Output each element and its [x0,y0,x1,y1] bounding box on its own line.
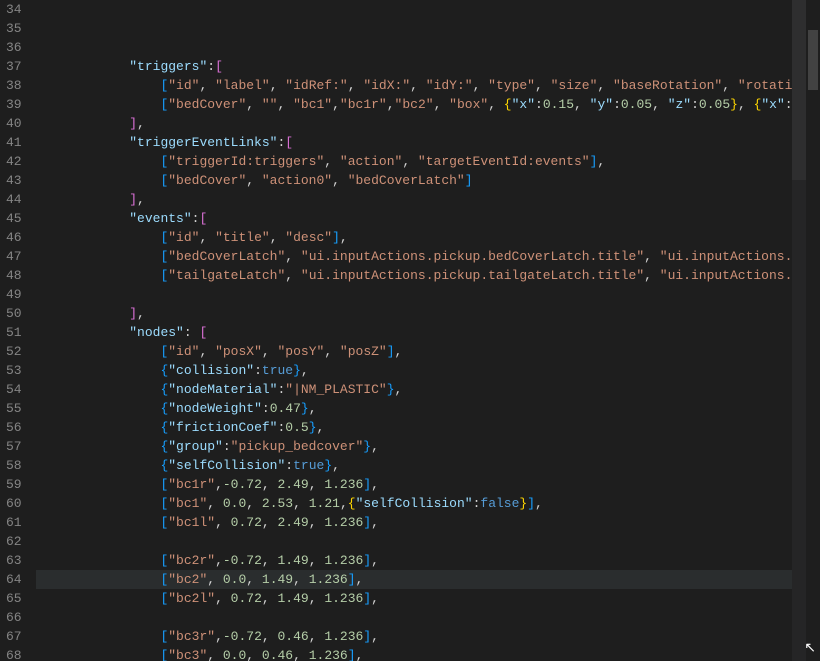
line-number: 45 [6,209,22,228]
line-number: 68 [6,646,22,661]
line-number: 52 [6,342,22,361]
code-line[interactable]: "nodes": [ [36,323,792,342]
line-number: 40 [6,114,22,133]
line-number: 38 [6,76,22,95]
code-line[interactable]: ["bc1", 0.0, 2.53, 1.21,{"selfCollision"… [36,494,792,513]
code-line[interactable]: {"nodeMaterial":"|NM_PLASTIC"}, [36,380,792,399]
minimap-viewport[interactable] [792,0,806,180]
code-line[interactable]: ["bedCover", "action0", "bedCoverLatch"] [36,171,792,190]
code-editor[interactable]: 3435363738394041424344454647484950515253… [0,0,820,661]
code-line[interactable]: ["bc2l", 0.72, 1.49, 1.236], [36,589,792,608]
code-line[interactable]: ["id", "title", "desc"], [36,228,792,247]
line-number: 60 [6,494,22,513]
line-number: 56 [6,418,22,437]
code-line[interactable] [36,608,792,627]
line-number: 49 [6,285,22,304]
code-line[interactable]: {"frictionCoef":0.5}, [36,418,792,437]
code-line[interactable]: ["bc2r",-0.72, 1.49, 1.236], [36,551,792,570]
line-number: 51 [6,323,22,342]
vertical-scrollbar[interactable] [806,0,820,661]
line-number: 65 [6,589,22,608]
line-number: 58 [6,456,22,475]
code-line[interactable]: ["tailgateLatch", "ui.inputActions.picku… [36,266,792,285]
line-number: 50 [6,304,22,323]
mouse-cursor-icon: ↖ [804,640,816,657]
code-line[interactable]: "triggerEventLinks":[ [36,133,792,152]
line-number: 57 [6,437,22,456]
code-line[interactable]: ["bc1l", 0.72, 2.49, 1.236], [36,513,792,532]
code-line[interactable]: ["bc3", 0.0, 0.46, 1.236], [36,646,792,661]
line-number: 47 [6,247,22,266]
line-number: 37 [6,57,22,76]
line-number: 34 [6,0,22,19]
line-number: 39 [6,95,22,114]
line-number: 42 [6,152,22,171]
code-line[interactable] [36,285,792,304]
line-number: 54 [6,380,22,399]
code-line[interactable]: ["id", "posX", "posY", "posZ"], [36,342,792,361]
line-number: 44 [6,190,22,209]
code-line[interactable]: ["bc3r",-0.72, 0.46, 1.236], [36,627,792,646]
line-number: 48 [6,266,22,285]
code-line[interactable]: {"selfCollision":true}, [36,456,792,475]
line-number: 59 [6,475,22,494]
code-line[interactable]: ], [36,304,792,323]
code-area[interactable]: "triggers":[ ["id", "label", "idRef:", "… [36,0,792,661]
code-line[interactable]: "triggers":[ [36,57,792,76]
line-number-gutter: 3435363738394041424344454647484950515253… [0,0,36,661]
line-number: 62 [6,532,22,551]
line-number: 46 [6,228,22,247]
line-number: 36 [6,38,22,57]
line-number: 67 [6,627,22,646]
line-number: 64 [6,570,22,589]
line-number: 43 [6,171,22,190]
code-line[interactable]: "events":[ [36,209,792,228]
code-line[interactable]: ["bedCoverLatch", "ui.inputActions.picku… [36,247,792,266]
line-number: 55 [6,399,22,418]
code-line[interactable]: ["triggerId:triggers", "action", "target… [36,152,792,171]
code-line[interactable]: ["bedCover", "", "bc1","bc1r","bc2", "bo… [36,95,792,114]
line-number: 35 [6,19,22,38]
code-line[interactable]: {"nodeWeight":0.47}, [36,399,792,418]
minimap[interactable] [792,0,806,661]
code-lines[interactable]: "triggers":[ ["id", "label", "idRef:", "… [36,57,792,661]
scrollbar-thumb[interactable] [808,30,818,90]
code-line[interactable]: {"collision":true}, [36,361,792,380]
code-line[interactable]: ["bc1r",-0.72, 2.49, 1.236], [36,475,792,494]
line-number: 53 [6,361,22,380]
code-line[interactable]: ["id", "label", "idRef:", "idX:", "idY:"… [36,76,792,95]
line-number: 66 [6,608,22,627]
line-number: 41 [6,133,22,152]
code-line[interactable]: ["bc2", 0.0, 1.49, 1.236], [36,570,792,589]
code-line[interactable]: {"group":"pickup_bedcover"}, [36,437,792,456]
code-line[interactable]: ], [36,114,792,133]
line-number: 63 [6,551,22,570]
code-line[interactable] [36,532,792,551]
code-line[interactable]: ], [36,190,792,209]
line-number: 61 [6,513,22,532]
